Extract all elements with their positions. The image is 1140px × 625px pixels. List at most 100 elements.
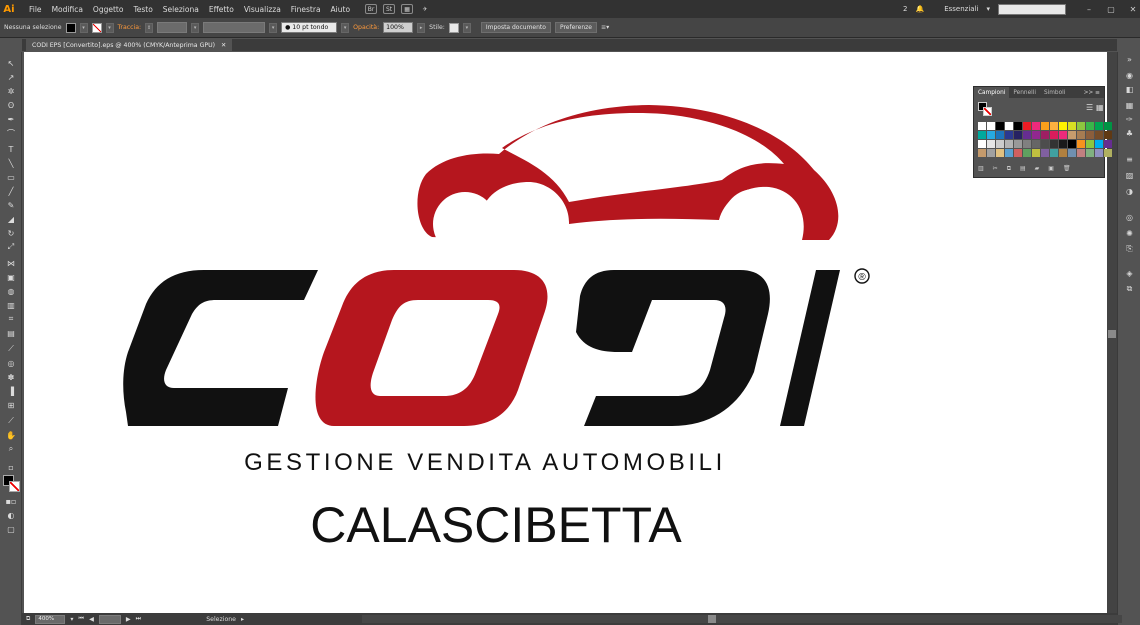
rotate-tool-icon[interactable]: ↻ (5, 228, 17, 238)
stock-icon[interactable]: St (383, 4, 396, 14)
color-swatch[interactable] (1059, 140, 1067, 148)
color-swatch[interactable] (1077, 140, 1085, 148)
artboard-tool-icon[interactable]: ⊞ (5, 400, 17, 410)
scale-tool-icon[interactable]: ⤢ (5, 242, 17, 252)
slice-tool-icon[interactable]: ⟋ (5, 416, 17, 426)
layers-panel-icon[interactable]: ◈ (1123, 268, 1136, 278)
color-swatch[interactable] (1041, 131, 1049, 139)
color-swatch[interactable] (1032, 122, 1040, 130)
swatch-libraries-icon[interactable]: ▥ (978, 165, 984, 173)
stroke-weight-stepper[interactable]: ⇕ (145, 22, 154, 33)
menu-seleziona[interactable]: Seleziona (158, 5, 204, 14)
color-swatch[interactable] (1050, 131, 1058, 139)
current-tool-status[interactable]: Selezione (206, 616, 236, 623)
type-tool-icon[interactable]: T (5, 144, 17, 154)
color-mode-icon[interactable]: ▪▫ (5, 496, 17, 506)
color-swatch[interactable] (987, 140, 995, 148)
thumbnail-view-icon[interactable]: ▦ (1096, 103, 1104, 112)
chevron-down-icon[interactable]: ▾ (986, 5, 990, 13)
export-assets-icon[interactable]: ⎘ (1123, 244, 1136, 254)
color-swatch[interactable] (1032, 149, 1040, 157)
color-swatch[interactable] (1068, 140, 1076, 148)
transparency-panel-icon[interactable]: ◑ (1123, 186, 1136, 196)
swatch-kind-icon[interactable]: ✂ (993, 165, 998, 173)
variable-width-profile[interactable] (203, 22, 266, 33)
color-swatch[interactable] (1050, 149, 1058, 157)
gradient-panel-icon[interactable]: ▨ (1123, 170, 1136, 180)
stroke-weight-dropdown[interactable]: ▾ (191, 22, 200, 33)
color-swatch[interactable] (1005, 140, 1013, 148)
maximize-button[interactable]: ▢ (1104, 5, 1118, 14)
document-tab[interactable]: CODI EPS [Convertito].eps @ 400% (CMYK/A… (26, 39, 233, 51)
draw-mode-icon[interactable]: ◐ (5, 510, 17, 520)
default-colors-icon[interactable]: ▫ (5, 462, 17, 472)
close-window-button[interactable]: ✕ (1126, 5, 1140, 14)
next-artboard-icon[interactable]: ▶ (126, 616, 131, 623)
color-swatch[interactable] (1041, 122, 1049, 130)
color-swatch[interactable] (978, 131, 986, 139)
color-swatch[interactable] (1050, 122, 1058, 130)
selection-tool-icon[interactable]: ↖ (5, 58, 17, 68)
prev-artboard-icon[interactable]: ◀ (89, 616, 94, 623)
artboards-panel-icon[interactable]: ⧉ (1123, 284, 1136, 294)
color-swatch[interactable] (1014, 122, 1022, 130)
color-swatch[interactable] (1005, 131, 1013, 139)
color-swatch[interactable] (1032, 140, 1040, 148)
color-swatch[interactable] (1032, 131, 1040, 139)
stroke-label[interactable]: Traccia: (118, 24, 142, 31)
menu-visualizza[interactable]: Visualizza (239, 5, 286, 14)
pencil-icon[interactable]: ✎ (5, 200, 17, 210)
color-swatch[interactable] (1104, 122, 1112, 130)
first-artboard-icon[interactable]: ⏮ (79, 615, 85, 623)
artboard-number-field[interactable] (98, 614, 121, 624)
color-swatch[interactable] (1041, 149, 1049, 157)
color-swatch[interactable] (1086, 140, 1094, 148)
color-swatch[interactable] (1059, 149, 1067, 157)
paintbrush-icon[interactable]: ╱ (5, 186, 17, 196)
pen-tool-icon[interactable]: ✒ (5, 114, 17, 124)
eyedropper-icon[interactable]: ⟋ (5, 344, 17, 354)
color-swatch[interactable] (987, 122, 995, 130)
fill-dropdown[interactable]: ▾ (79, 22, 88, 33)
color-swatch[interactable] (1077, 131, 1085, 139)
color-swatch[interactable] (1068, 122, 1076, 130)
search-input[interactable] (998, 3, 1066, 15)
color-swatch[interactable] (1041, 140, 1049, 148)
menu-testo[interactable]: Testo (128, 5, 157, 14)
symbols-panel-icon[interactable]: ♣ (1123, 128, 1136, 138)
tab-campioni[interactable]: Campioni (974, 87, 1010, 98)
list-view-icon[interactable]: ☰ (1086, 103, 1093, 112)
menu-aiuto[interactable]: Aiuto (326, 5, 356, 14)
color-swatch[interactable] (1068, 149, 1076, 157)
color-swatch[interactable] (1050, 140, 1058, 148)
color-swatch[interactable] (1023, 122, 1031, 130)
color-swatch[interactable] (987, 131, 995, 139)
color-swatch[interactable] (1014, 131, 1022, 139)
new-folder-icon[interactable]: ▰ (1035, 165, 1040, 173)
stroke-weight-field[interactable] (157, 22, 188, 33)
eraser-icon[interactable]: ◢ (5, 214, 17, 224)
swatches-panel-icon[interactable]: ▦ (1123, 100, 1136, 110)
line-tool-icon[interactable]: ╲ (5, 158, 17, 168)
color-swatch[interactable] (1023, 140, 1031, 148)
minimize-button[interactable]: – (1082, 5, 1096, 14)
zoom-field[interactable]: 400% (35, 614, 66, 624)
color-swatch[interactable] (978, 122, 986, 130)
color-swatch[interactable] (996, 140, 1004, 148)
graphic-style-swatch[interactable] (448, 22, 459, 33)
color-swatch[interactable] (1068, 131, 1076, 139)
column-graph-icon[interactable]: ▐ (5, 386, 17, 396)
color-swatch[interactable] (987, 149, 995, 157)
close-tab-icon[interactable]: ✕ (221, 42, 226, 49)
brush-definition[interactable]: ● 10 pt tondo (281, 22, 338, 33)
menu-modifica[interactable]: Modifica (47, 5, 88, 14)
new-color-group-icon[interactable]: ▤ (1020, 165, 1026, 173)
gpu-performance-icon[interactable]: ✈ (419, 4, 431, 14)
menu-finestra[interactable]: Finestra (286, 5, 326, 14)
rectangle-tool-icon[interactable]: ▭ (5, 172, 17, 182)
color-swatch[interactable] (1095, 149, 1103, 157)
color-swatch[interactable] (1077, 122, 1085, 130)
preferences-button[interactable]: Preferenze (554, 22, 597, 33)
panel-menu-icon[interactable]: ≡▾ (601, 24, 609, 31)
artboard-canvas[interactable]: ® GESTIONE VENDITA AUTOMOBILI CALASCIBET… (24, 52, 1107, 613)
